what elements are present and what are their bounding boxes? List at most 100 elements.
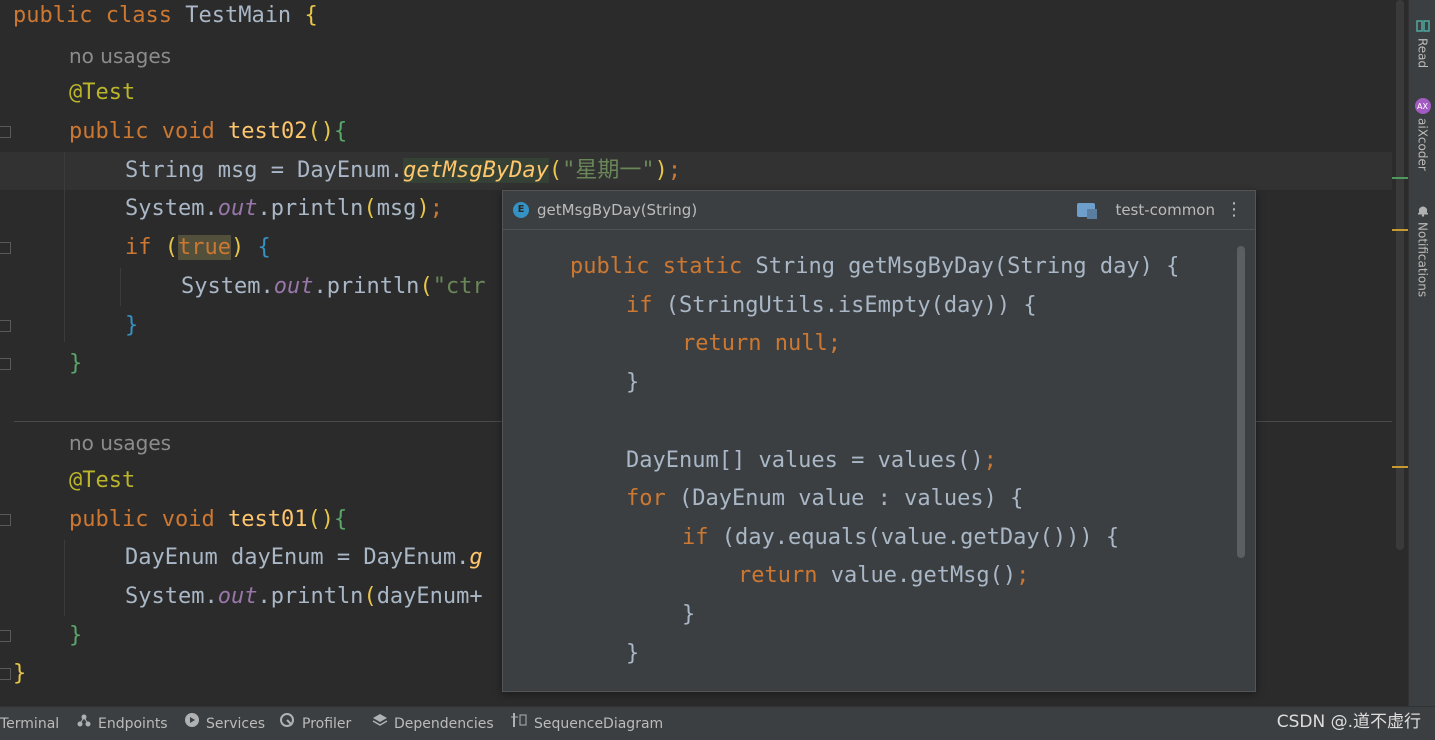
code-line[interactable]: public class TestMain {	[13, 0, 318, 35]
keyword: void	[161, 507, 215, 532]
code-text: System.	[181, 274, 274, 299]
code-line[interactable]: String msg = DayEnum.getMsgByDay("星期一");	[125, 152, 681, 190]
annotation: @Test	[69, 80, 136, 105]
paren: (	[363, 196, 377, 221]
more-options-icon[interactable]: ⋮	[1225, 191, 1243, 229]
brace: }	[125, 313, 139, 338]
annotation: @Test	[69, 468, 136, 493]
code-line[interactable]: DayEnum dayEnum = DayEnum.g	[125, 539, 483, 577]
code-line: }	[626, 641, 640, 666]
method-call: g	[469, 545, 483, 570]
fold-marker[interactable]	[0, 242, 11, 254]
notifications-label: Notifications	[1415, 222, 1430, 298]
usages-hint[interactable]: no usages	[69, 37, 171, 75]
code-line[interactable]: System.out.println("ctr	[181, 268, 486, 306]
popup-code-preview[interactable]: public static String getMsgByDay(String …	[503, 230, 1255, 690]
read-tool-button[interactable]: Read	[1409, 18, 1435, 68]
code-line[interactable]: System.out.println(dayEnum+	[125, 578, 483, 616]
quick-documentation-popup[interactable]: E getMsgByDay(String) test-common ⋮ publ…	[502, 190, 1256, 692]
tab-label: Dependencies	[394, 715, 494, 732]
code-line[interactable]: public void test02(){	[69, 113, 347, 151]
popup-scrollbar[interactable]	[1237, 246, 1245, 558]
watermark: CSDN @.道不虚行	[1276, 712, 1421, 732]
fold-marker[interactable]	[0, 358, 11, 370]
aixcoder-icon: AX	[1414, 98, 1431, 114]
layers-icon	[372, 709, 388, 739]
notifications-tool-button[interactable]: Notifications	[1409, 202, 1435, 297]
brace: {	[333, 507, 348, 532]
code-line[interactable]: if (true) {	[125, 229, 271, 267]
enum-icon: E	[513, 202, 529, 218]
indent-guide	[64, 152, 65, 342]
keyword: class	[105, 3, 172, 28]
stripe-marker[interactable]	[1392, 177, 1408, 179]
fold-marker[interactable]	[0, 630, 11, 642]
tab-services[interactable]: Services	[184, 707, 265, 740]
stripe-marker[interactable]	[1392, 229, 1408, 231]
string-literal: "星期一"	[562, 158, 655, 183]
keyword: void	[161, 119, 215, 144]
tab-label: Endpoints	[98, 715, 168, 732]
keyword: public	[69, 507, 149, 532]
fold-marker[interactable]	[0, 668, 11, 680]
tool-window-bar: Terminal Endpoints Services Profiler Dep…	[0, 706, 1435, 740]
paren: (	[164, 235, 178, 260]
brace: }	[69, 351, 83, 376]
code-line: }	[626, 370, 640, 395]
paren: (	[363, 584, 377, 609]
semicolon: ;	[667, 158, 682, 183]
code-line: }	[682, 602, 696, 627]
method-call-hovered[interactable]: getMsgByDay	[403, 158, 549, 183]
boolean-literal: true	[178, 235, 231, 260]
tab-sequence-diagram[interactable]: SequenceDiagram	[510, 707, 663, 740]
stripe-marker[interactable]	[1392, 466, 1408, 468]
tab-profiler[interactable]: Profiler	[280, 707, 351, 740]
paren: (	[548, 158, 563, 183]
popup-title: getMsgByDay(String)	[537, 201, 698, 219]
tab-terminal[interactable]: Terminal	[0, 707, 59, 740]
static-field: out	[217, 584, 258, 609]
indent-guide	[64, 540, 65, 616]
sequence-diagram-icon	[510, 709, 528, 739]
read-label: Read	[1415, 38, 1430, 69]
semicolon: ;	[429, 196, 443, 221]
tab-label: Services	[206, 715, 266, 732]
keyword: if	[125, 235, 152, 260]
brace: {	[257, 235, 271, 260]
profiler-icon	[280, 709, 296, 739]
paren: (	[419, 274, 433, 299]
code-text: .println	[257, 584, 364, 609]
tab-label: Terminal	[0, 715, 60, 732]
endpoints-icon	[76, 709, 92, 739]
popup-header: E getMsgByDay(String) test-common ⋮	[503, 191, 1255, 230]
code-line[interactable]: public void test01(){	[69, 501, 347, 539]
fold-marker[interactable]	[0, 320, 11, 332]
error-stripe[interactable]	[1392, 0, 1408, 706]
code-line: for (DayEnum value : values) {	[626, 486, 1024, 511]
keyword: public	[13, 3, 93, 28]
fold-marker[interactable]	[0, 126, 11, 138]
brace: {	[304, 3, 318, 28]
code-line: return value.getMsg();	[738, 563, 1030, 588]
code-line[interactable]: System.out.println(msg);	[125, 190, 443, 228]
code-line: DayEnum[] values = values();	[626, 448, 997, 473]
code-line: if (StringUtils.isEmpty(day)) {	[626, 293, 1037, 318]
keyword: public	[69, 119, 149, 144]
module-name[interactable]: test-common	[1115, 191, 1215, 229]
code-text: System.	[125, 584, 218, 609]
tab-endpoints[interactable]: Endpoints	[76, 707, 168, 740]
static-field: out	[273, 274, 314, 299]
usages-hint[interactable]: no usages	[69, 424, 171, 462]
parens: ()	[307, 119, 334, 144]
code-text: .println	[313, 274, 420, 299]
code-text: dayEnum+	[376, 584, 483, 609]
services-icon	[184, 709, 200, 739]
code-text: DayEnum dayEnum = DayEnum.	[125, 545, 470, 570]
module-folder-icon	[1077, 203, 1097, 219]
aixcoder-label: aiXcoder	[1415, 118, 1430, 171]
tab-dependencies[interactable]: Dependencies	[372, 707, 494, 740]
fold-marker[interactable]	[0, 514, 11, 526]
aixcoder-tool-button[interactable]: AX aiXcoder	[1409, 98, 1435, 171]
paren: )	[416, 196, 430, 221]
class-name: TestMain	[185, 3, 292, 28]
